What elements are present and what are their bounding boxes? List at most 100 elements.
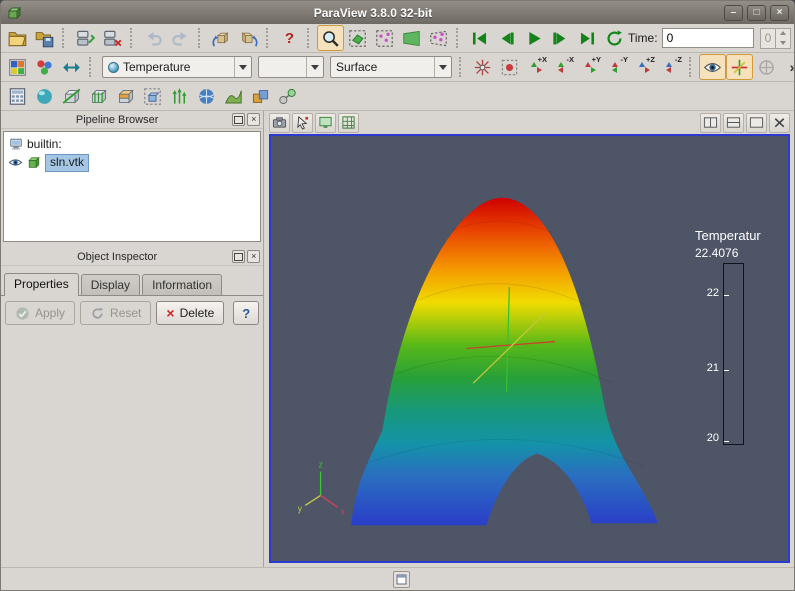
minimize-button[interactable]: – <box>724 5 743 21</box>
progress-abort-button[interactable] <box>393 571 410 588</box>
toolbar-separator <box>689 57 695 77</box>
select-points-on-button[interactable] <box>371 25 398 51</box>
save-data-button[interactable] <box>31 25 58 51</box>
camera-minus-z-button[interactable]: -Z <box>658 54 685 80</box>
slice-filter-button[interactable] <box>85 83 112 109</box>
open-folder-icon <box>8 29 27 48</box>
paraview-window: ParaView 3.8.0 32-bit – □ × ? Time: <box>0 0 795 591</box>
color-legend[interactable]: Temperatur 22.4076 22 21 20 <box>695 228 783 445</box>
maximize-view-button[interactable] <box>746 113 767 133</box>
close-dock-button[interactable]: × <box>247 113 260 126</box>
select-frustum-cells-icon <box>402 29 421 48</box>
delete-button[interactable]: × Delete <box>156 301 224 325</box>
camera-plus-y-button[interactable]: +Y <box>577 54 604 80</box>
help-button-toolbar[interactable]: ? <box>276 25 303 51</box>
rescale-range-button[interactable] <box>58 54 85 80</box>
spin-down-icon[interactable] <box>776 38 790 48</box>
next-frame-button[interactable] <box>547 25 574 51</box>
extract-subset-filter-button[interactable] <box>139 83 166 109</box>
show-orientation-axes-button[interactable] <box>699 54 726 80</box>
color-array-dropdown[interactable]: Temperature <box>102 56 252 78</box>
pipeline-source-row[interactable]: sln.vtk <box>4 153 260 172</box>
play-button[interactable] <box>520 25 547 51</box>
tab-properties[interactable]: Properties <box>4 273 79 296</box>
component-dropdown[interactable] <box>258 56 324 78</box>
pipeline-server-row[interactable]: builtin: <box>4 134 260 153</box>
zoom-to-data-button[interactable] <box>496 54 523 80</box>
pipeline-dock-titlebar[interactable]: Pipeline Browser × <box>1 111 263 129</box>
edit-color-map-button[interactable] <box>31 54 58 80</box>
select-cells-on-button[interactable] <box>344 25 371 51</box>
calculator-filter-button[interactable] <box>4 83 31 109</box>
split-vertical-button[interactable] <box>723 113 744 133</box>
color-palette-icon <box>8 58 27 77</box>
frame-spinbox[interactable]: 0 <box>760 28 792 49</box>
pipeline-tree[interactable]: builtin: sln.vtk <box>3 131 261 242</box>
legend-tick: 22 <box>707 287 719 299</box>
time-label: Time: <box>628 31 658 45</box>
split-horizontal-button[interactable] <box>700 113 721 133</box>
toolbar-separator <box>130 28 136 48</box>
save-icon <box>35 29 54 48</box>
first-frame-button[interactable] <box>466 25 493 51</box>
axis-button-label: +Y <box>592 55 601 64</box>
close-button[interactable]: × <box>770 5 789 21</box>
visibility-eye-icon[interactable] <box>8 155 23 170</box>
clip-filter-button[interactable] <box>58 83 85 109</box>
view-pointer-button[interactable] <box>292 113 313 133</box>
previous-frame-button[interactable] <box>493 25 520 51</box>
time-input[interactable] <box>662 28 754 48</box>
inspector-dock-titlebar[interactable]: Object Inspector × <box>1 248 263 266</box>
contour-filter-button[interactable] <box>31 83 58 109</box>
show-center-axes-button[interactable] <box>726 54 753 80</box>
camera-redo-button[interactable] <box>235 25 262 51</box>
camera-minus-y-button[interactable]: -Y <box>604 54 631 80</box>
float-dock-button[interactable] <box>232 250 245 263</box>
group-datasets-filter-button[interactable] <box>247 83 274 109</box>
spin-arrows[interactable] <box>775 29 790 48</box>
toolbar-overflow-button[interactable]: » <box>780 54 795 80</box>
camera-plus-z-button[interactable]: +Z <box>631 54 658 80</box>
camera-minus-x-button[interactable]: -X <box>550 54 577 80</box>
tab-information[interactable]: Information <box>142 274 222 295</box>
representation-dropdown[interactable]: Surface <box>330 56 452 78</box>
disconnect-server-button[interactable] <box>99 25 126 51</box>
rescale-range-icon <box>62 58 81 77</box>
select-points-through-button[interactable] <box>425 25 452 51</box>
source-label[interactable]: sln.vtk <box>45 154 89 172</box>
connect-server-button[interactable] <box>72 25 99 51</box>
stream-tracer-filter-button[interactable] <box>193 83 220 109</box>
close-dock-button[interactable]: × <box>247 250 260 263</box>
titlebar[interactable]: ParaView 3.8.0 32-bit – □ × <box>1 1 794 24</box>
reset-camera-button[interactable] <box>469 54 496 80</box>
view-render-button[interactable] <box>315 113 336 133</box>
spin-up-icon[interactable] <box>776 29 790 39</box>
interact-mode-button[interactable] <box>317 25 344 51</box>
open-file-button[interactable] <box>4 25 31 51</box>
render-viewport[interactable]: z y x Temperatur 22.4076 22 21 20 <box>269 134 790 563</box>
camera-undo-button[interactable] <box>208 25 235 51</box>
extract-level-filter-button[interactable] <box>274 83 301 109</box>
redo-button[interactable] <box>167 25 194 51</box>
reset-button[interactable]: Reset <box>80 301 151 325</box>
warp-vector-filter-button[interactable] <box>220 83 247 109</box>
close-view-button[interactable] <box>769 113 790 133</box>
glyph-filter-button[interactable] <box>166 83 193 109</box>
variable-palette-button[interactable] <box>4 54 31 80</box>
last-frame-button[interactable] <box>574 25 601 51</box>
inspector-help-button[interactable]: ? <box>233 301 259 325</box>
maximize-button[interactable]: □ <box>747 5 766 21</box>
view-camera-button[interactable] <box>269 113 290 133</box>
next-frame-icon <box>551 29 570 48</box>
camera-plus-x-button[interactable]: +X <box>523 54 550 80</box>
view-grid-button[interactable] <box>338 113 359 133</box>
select-cells-through-button[interactable] <box>398 25 425 51</box>
float-dock-button[interactable] <box>232 113 245 126</box>
pick-center-button[interactable] <box>753 54 780 80</box>
undo-button[interactable] <box>140 25 167 51</box>
delete-label: Delete <box>180 306 215 320</box>
apply-button[interactable]: Apply <box>5 301 75 325</box>
threshold-filter-button[interactable] <box>112 83 139 109</box>
tab-display[interactable]: Display <box>81 274 140 295</box>
loop-button[interactable] <box>601 25 628 51</box>
